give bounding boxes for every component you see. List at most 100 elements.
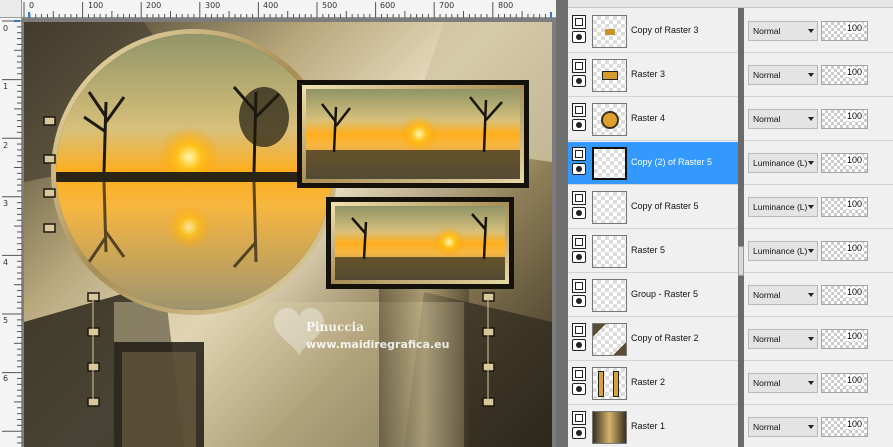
dropdown-arrow-icon: [808, 205, 814, 209]
layer-row[interactable]: Raster 3: [568, 54, 738, 97]
visibility-eye-icon[interactable]: [572, 383, 586, 395]
blend-mode-dropdown[interactable]: Luminance (L): [748, 197, 818, 217]
visibility-eye-icon[interactable]: [572, 251, 586, 263]
image-canvas[interactable]: Pinuccia www.maidiregrafica.eu: [24, 22, 552, 447]
layer-type-icon[interactable]: [572, 411, 586, 425]
canvas-workspace[interactable]: 0 100 200 300 400 500 600 700 800 0 1 2 …: [0, 0, 556, 447]
blend-mode-dropdown[interactable]: Normal: [748, 21, 818, 41]
layer-row[interactable]: Raster 2: [568, 362, 738, 405]
blend-mode-dropdown[interactable]: Normal: [748, 285, 818, 305]
opacity-field[interactable]: 100: [821, 109, 868, 129]
visibility-eye-icon[interactable]: [572, 207, 586, 219]
blend-mode-dropdown[interactable]: Luminance (L): [748, 153, 818, 173]
ruler-label-x: 700: [439, 1, 455, 10]
layer-icons: [572, 323, 588, 351]
blend-mode-dropdown[interactable]: Normal: [748, 65, 818, 85]
opacity-field[interactable]: 100: [821, 153, 868, 173]
picture-bottom-sun: [434, 227, 464, 257]
visibility-eye-icon[interactable]: [572, 163, 586, 175]
blend-mode-dropdown[interactable]: Normal: [748, 417, 818, 437]
layer-thumbnail[interactable]: [592, 367, 627, 400]
layer-type-icon[interactable]: [572, 59, 586, 73]
visibility-eye-icon[interactable]: [572, 31, 586, 43]
layer-row[interactable]: Raster 1: [568, 406, 738, 447]
layer-thumbnail[interactable]: [592, 279, 627, 312]
ruler-label-x: 100: [88, 1, 104, 10]
layer-thumbnail[interactable]: [592, 323, 627, 356]
blend-mode-value: Normal: [753, 422, 781, 432]
blend-mode-value: Normal: [753, 114, 781, 124]
layer-icons: [572, 235, 588, 263]
visibility-eye-icon[interactable]: [572, 427, 586, 439]
layer-type-icon[interactable]: [572, 147, 586, 161]
blend-mode-dropdown[interactable]: Normal: [748, 109, 818, 129]
ruler-label-x: 600: [380, 1, 396, 10]
opacity-field[interactable]: 100: [821, 417, 868, 437]
layer-name[interactable]: Copy of Raster 2: [631, 333, 699, 343]
picture-bottom-ground: [335, 257, 505, 280]
layer-thumbnail[interactable]: [592, 15, 627, 48]
dropdown-arrow-icon: [808, 293, 814, 297]
dropdown-arrow-icon: [808, 29, 814, 33]
opacity-field[interactable]: 100: [821, 241, 868, 261]
opacity-field[interactable]: 100: [821, 373, 868, 393]
layer-icons: [572, 279, 588, 307]
layer-name[interactable]: Group - Raster 5: [631, 289, 698, 299]
layer-thumbnail[interactable]: [592, 103, 627, 136]
opacity-field[interactable]: 100: [821, 65, 868, 85]
visibility-eye-icon[interactable]: [572, 295, 586, 307]
layer-row[interactable]: Group - Raster 5: [568, 274, 738, 317]
layer-row[interactable]: Raster 4: [568, 98, 738, 141]
picture-top-ground: [306, 150, 520, 179]
layer-type-icon[interactable]: [572, 323, 586, 337]
layer-controls: Normal 100: [744, 54, 893, 97]
layer-name[interactable]: Copy of Raster 5: [631, 201, 699, 211]
layer-type-icon[interactable]: [572, 279, 586, 293]
opacity-value: 100: [845, 23, 863, 33]
visibility-eye-icon[interactable]: [572, 119, 586, 131]
opacity-field[interactable]: 100: [821, 329, 868, 349]
ruler-label-x: 0: [29, 1, 35, 10]
blend-mode-value: Luminance (L): [753, 158, 808, 168]
ruler-label-y: 3: [3, 199, 9, 208]
visibility-eye-icon[interactable]: [572, 339, 586, 351]
layer-thumbnail[interactable]: [592, 59, 627, 92]
layer-type-icon[interactable]: [572, 191, 586, 205]
ruler-label-x: 300: [205, 1, 221, 10]
opacity-value: 100: [845, 331, 863, 341]
layer-type-icon[interactable]: [572, 367, 586, 381]
layer-name[interactable]: Raster 4: [631, 113, 665, 123]
layer-type-icon[interactable]: [572, 235, 586, 249]
layer-thumbnail[interactable]: [592, 411, 627, 444]
layer-row[interactable]: Raster 5: [568, 230, 738, 273]
layer-controls: Normal 100: [744, 362, 893, 405]
layer-name[interactable]: Raster 5: [631, 245, 665, 255]
layer-name[interactable]: Raster 2: [631, 377, 665, 387]
layer-thumbnail[interactable]: [592, 191, 627, 224]
opacity-field[interactable]: 100: [821, 21, 868, 41]
dropdown-arrow-icon: [808, 381, 814, 385]
layer-name[interactable]: Copy (2) of Raster 5: [631, 157, 712, 167]
layer-thumbnail[interactable]: [592, 235, 627, 268]
visibility-eye-icon[interactable]: [572, 75, 586, 87]
layer-row[interactable]: Copy of Raster 5: [568, 186, 738, 229]
ruler-label-y: 0: [3, 24, 9, 33]
layer-thumbnail[interactable]: [592, 147, 627, 180]
blend-mode-dropdown[interactable]: Normal: [748, 373, 818, 393]
layer-row[interactable]: Copy (2) of Raster 5: [568, 142, 738, 185]
layer-type-icon[interactable]: [572, 15, 586, 29]
layer-type-icon[interactable]: [572, 103, 586, 117]
ruler-position-marker: [550, 12, 552, 18]
layer-name[interactable]: Copy of Raster 3: [631, 25, 699, 35]
layer-row[interactable]: Copy of Raster 2: [568, 318, 738, 361]
blend-mode-dropdown[interactable]: Normal: [748, 329, 818, 349]
layer-name[interactable]: Raster 3: [631, 69, 665, 79]
layer-icons: [572, 411, 588, 439]
opacity-field[interactable]: 100: [821, 197, 868, 217]
opacity-field[interactable]: 100: [821, 285, 868, 305]
layer-row[interactable]: Copy of Raster 3: [568, 10, 738, 53]
blend-mode-dropdown[interactable]: Luminance (L): [748, 241, 818, 261]
layer-name[interactable]: Raster 1: [631, 421, 665, 431]
dropdown-arrow-icon: [808, 73, 814, 77]
horizontal-ruler: 0 100 200 300 400 500 600 700 800: [22, 0, 556, 18]
